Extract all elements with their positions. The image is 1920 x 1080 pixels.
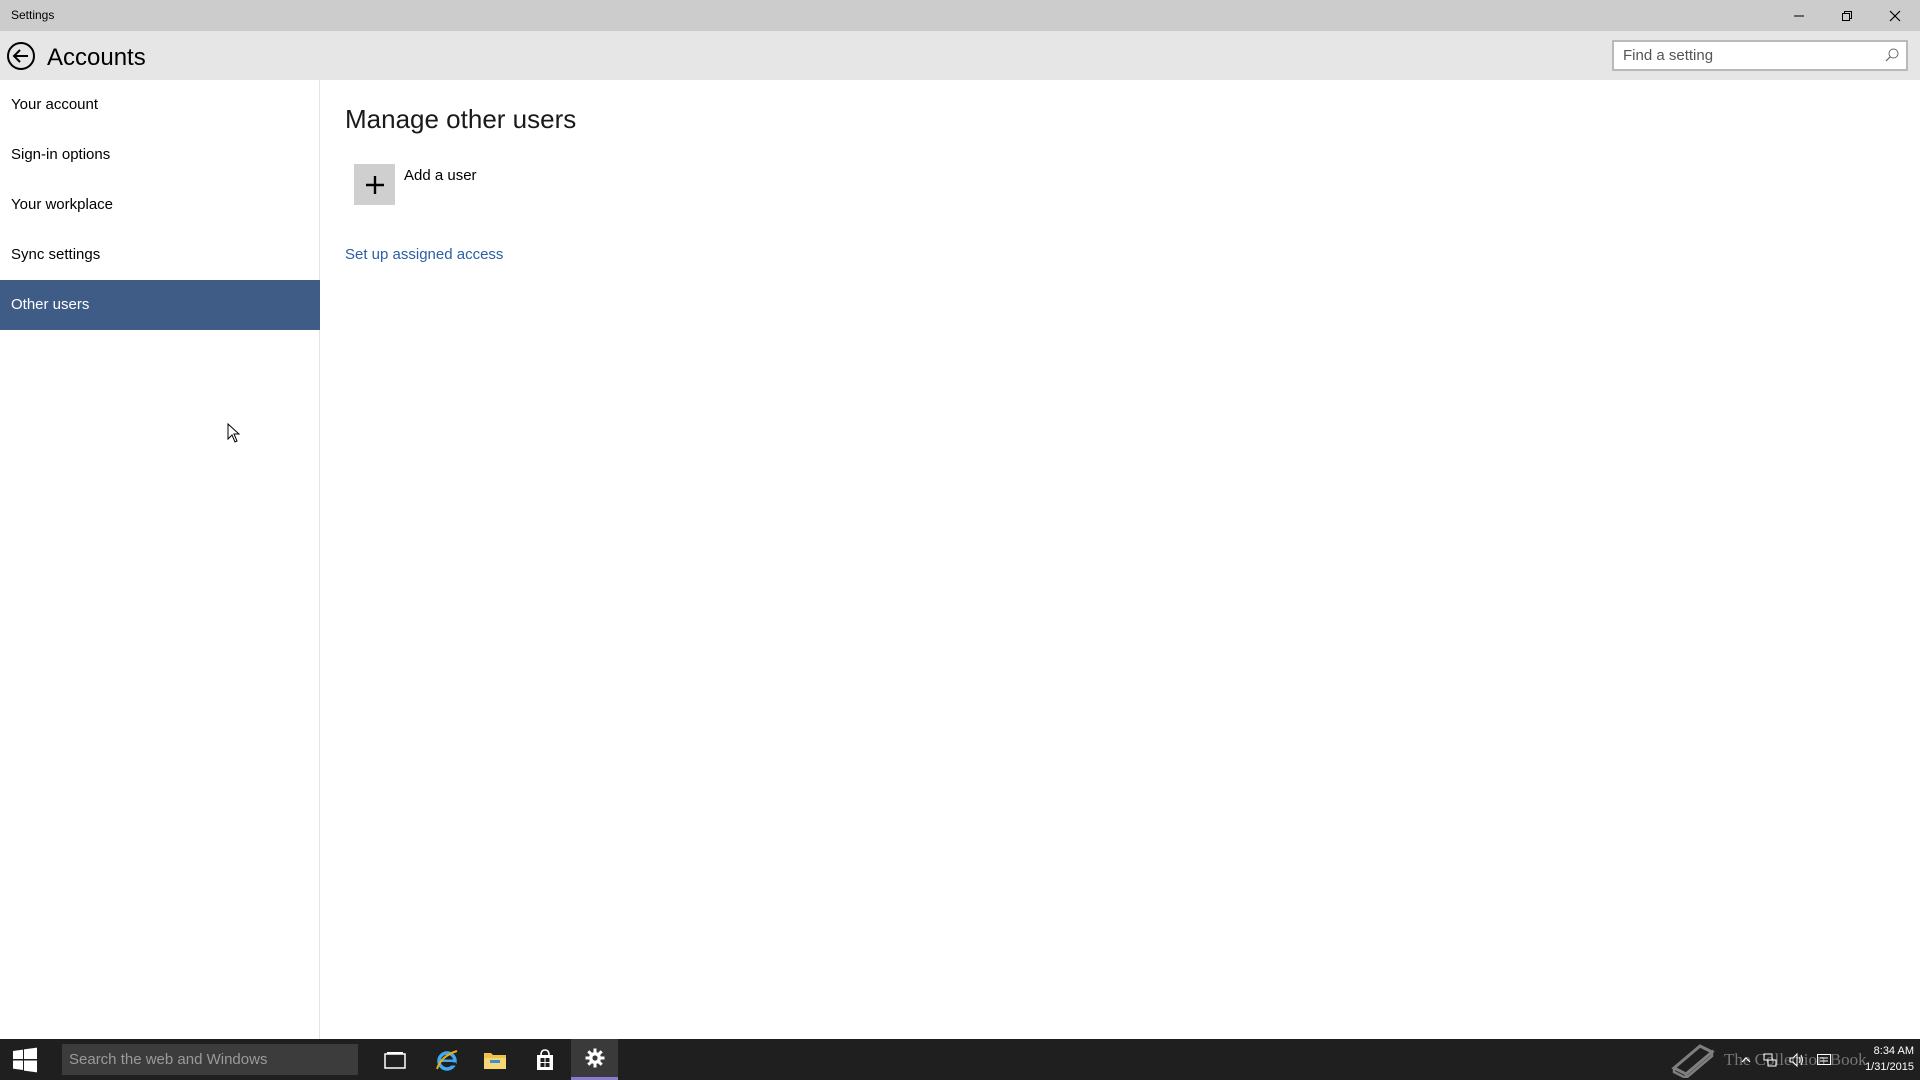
settings-icon bbox=[585, 1048, 604, 1068]
network-icon[interactable] bbox=[1762, 1052, 1778, 1068]
sidebar-item-sync-settings[interactable]: Sync settings bbox=[0, 230, 320, 280]
taskbar: The Collection Book 8:34 AM 1/31/2015 bbox=[0, 1039, 1920, 1080]
back-button[interactable] bbox=[6, 41, 36, 71]
plus-icon bbox=[365, 175, 384, 194]
system-tray bbox=[1740, 1039, 1832, 1080]
internet-explorer-icon bbox=[436, 1049, 458, 1071]
task-view-button[interactable] bbox=[371, 1039, 419, 1080]
sidebar: Your account Sign-in options Your workpl… bbox=[0, 80, 320, 1039]
sidebar-item-your-workplace[interactable]: Your workplace bbox=[0, 180, 320, 230]
clock[interactable]: 8:34 AM 1/31/2015 bbox=[1830, 1043, 1914, 1075]
sidebar-item-your-account[interactable]: Your account bbox=[0, 80, 320, 130]
restore-button[interactable] bbox=[1823, 0, 1871, 31]
book-logo-icon bbox=[1671, 1043, 1715, 1078]
start-button[interactable] bbox=[0, 1039, 50, 1080]
taskbar-search-box[interactable] bbox=[62, 1044, 358, 1075]
windows-logo-icon bbox=[13, 1047, 37, 1072]
find-setting-search-box[interactable] bbox=[1612, 40, 1908, 71]
store-button[interactable] bbox=[521, 1039, 569, 1080]
file-explorer-icon bbox=[484, 1052, 506, 1069]
sidebar-item-sign-in-options[interactable]: Sign-in options bbox=[0, 130, 320, 180]
task-view-icon bbox=[384, 1051, 406, 1069]
chevron-up-icon[interactable] bbox=[1740, 1054, 1752, 1066]
search-icon[interactable] bbox=[1884, 47, 1900, 63]
minimize-icon bbox=[1794, 15, 1804, 16]
taskbar-search-input[interactable] bbox=[62, 1044, 358, 1075]
settings-header: Accounts bbox=[0, 31, 1920, 80]
clock-date: 1/31/2015 bbox=[1865, 1061, 1914, 1073]
section-title: Manage other users bbox=[345, 104, 577, 134]
clock-time: 8:34 AM bbox=[1873, 1045, 1914, 1057]
file-explorer-button[interactable] bbox=[471, 1039, 519, 1080]
store-icon bbox=[537, 1048, 553, 1070]
title-bar: Settings bbox=[0, 0, 1920, 31]
internet-explorer-button[interactable] bbox=[423, 1039, 471, 1080]
sidebar-item-other-users[interactable]: Other users bbox=[0, 280, 320, 330]
page-title: Accounts bbox=[47, 44, 146, 71]
close-icon bbox=[1889, 10, 1901, 21]
close-button[interactable] bbox=[1871, 0, 1919, 31]
restore-icon bbox=[1842, 10, 1852, 21]
volume-icon[interactable] bbox=[1788, 1052, 1806, 1068]
settings-app-button[interactable] bbox=[571, 1039, 618, 1080]
find-setting-input[interactable] bbox=[1614, 42, 1874, 69]
plus-tile[interactable] bbox=[354, 164, 395, 205]
minimize-button[interactable] bbox=[1775, 0, 1823, 31]
set-up-assigned-access-link[interactable]: Set up assigned access bbox=[345, 246, 503, 263]
mouse-cursor-icon bbox=[227, 423, 241, 443]
main-content: Manage other users Add a user Set up ass… bbox=[321, 80, 1920, 1039]
add-user-button[interactable]: Add a user bbox=[354, 164, 554, 206]
back-arrow-icon bbox=[7, 42, 35, 70]
window-title: Settings bbox=[11, 8, 55, 22]
add-user-label: Add a user bbox=[404, 167, 477, 184]
